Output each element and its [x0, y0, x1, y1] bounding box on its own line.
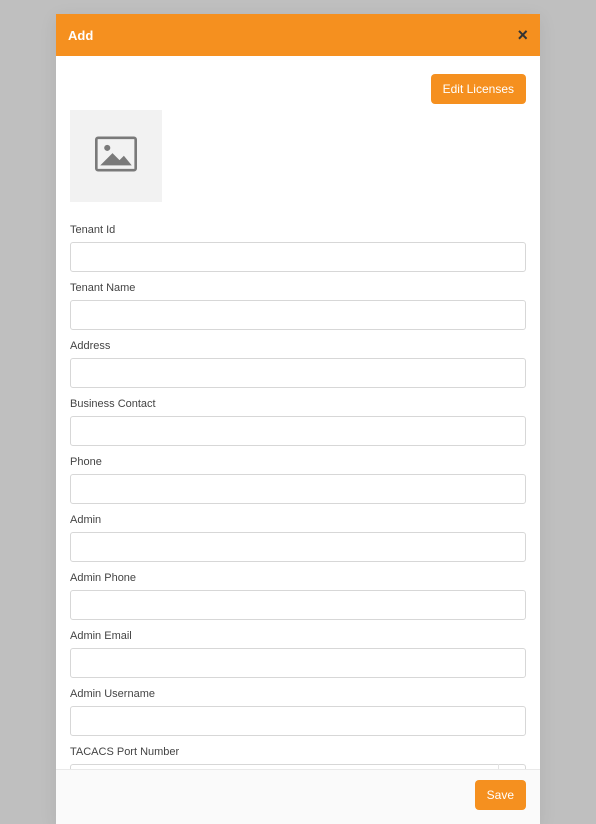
- select-tacacs-port[interactable]: [70, 764, 526, 769]
- field-admin-username: Admin Username: [70, 688, 526, 736]
- field-tacacs-port: TACACS Port Number: [70, 746, 526, 769]
- label-business-contact: Business Contact: [70, 398, 526, 410]
- input-admin-phone[interactable]: [70, 590, 526, 620]
- input-phone[interactable]: [70, 474, 526, 504]
- label-phone: Phone: [70, 456, 526, 468]
- label-admin-username: Admin Username: [70, 688, 526, 700]
- modal-title: Add: [68, 28, 93, 43]
- save-button[interactable]: Save: [475, 780, 526, 810]
- modal-body: Edit Licenses Tenant Id Tenant Name: [56, 56, 540, 769]
- field-business-contact: Business Contact: [70, 398, 526, 446]
- label-tenant-name: Tenant Name: [70, 282, 526, 294]
- field-phone: Phone: [70, 456, 526, 504]
- input-admin[interactable]: [70, 532, 526, 562]
- image-icon: [95, 136, 137, 177]
- field-admin-phone: Admin Phone: [70, 572, 526, 620]
- close-icon[interactable]: ×: [517, 25, 528, 46]
- field-address: Address: [70, 340, 526, 388]
- input-business-contact[interactable]: [70, 416, 526, 446]
- tenant-image-placeholder[interactable]: [70, 110, 162, 202]
- input-address[interactable]: [70, 358, 526, 388]
- field-admin: Admin: [70, 514, 526, 562]
- add-modal: Add × Edit Licenses Tenant Id: [56, 14, 540, 824]
- input-tenant-id[interactable]: [70, 242, 526, 272]
- modal-footer: Save: [56, 769, 540, 824]
- label-admin-phone: Admin Phone: [70, 572, 526, 584]
- field-tenant-id: Tenant Id: [70, 224, 526, 272]
- modal-header: Add ×: [56, 14, 540, 56]
- input-admin-email[interactable]: [70, 648, 526, 678]
- label-admin-email: Admin Email: [70, 630, 526, 642]
- input-tenant-name[interactable]: [70, 300, 526, 330]
- label-address: Address: [70, 340, 526, 352]
- label-admin: Admin: [70, 514, 526, 526]
- field-admin-email: Admin Email: [70, 630, 526, 678]
- label-tacacs-port: TACACS Port Number: [70, 746, 526, 758]
- input-admin-username[interactable]: [70, 706, 526, 736]
- field-tenant-name: Tenant Name: [70, 282, 526, 330]
- edit-licenses-button[interactable]: Edit Licenses: [431, 74, 526, 104]
- label-tenant-id: Tenant Id: [70, 224, 526, 236]
